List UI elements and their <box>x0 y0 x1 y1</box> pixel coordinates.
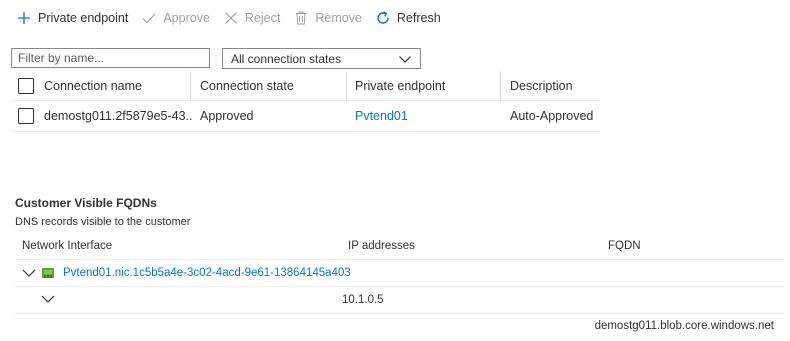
network-interface-link[interactable]: Pvtend01.nic.1c5b5a4e-3c02-4acd-9e61-138… <box>63 260 351 286</box>
connection-name-cell: demostg011.2f5879e5-43... <box>44 109 192 123</box>
column-header-private-endpoint[interactable]: Private endpoint <box>355 71 445 100</box>
connection-state-selected: All connection states <box>231 51 342 66</box>
chevron-down-icon <box>399 55 411 63</box>
column-header-connection-state[interactable]: Connection state <box>200 71 294 100</box>
row-checkbox[interactable] <box>18 108 34 124</box>
description-cell: Auto-Approved <box>510 109 594 123</box>
table-header-row: Connection name Connection state Private… <box>11 71 601 101</box>
table-row[interactable]: demostg011.2f5879e5-43... Approved Pvten… <box>11 101 601 132</box>
private-endpoint-label: Private endpoint <box>38 11 129 25</box>
private-endpoint-link[interactable]: Pvtend01 <box>355 101 408 131</box>
column-header-fqdn: FQDN <box>608 239 641 252</box>
select-all-checkbox[interactable] <box>18 78 34 94</box>
filter-by-name-input[interactable] <box>11 48 210 68</box>
ip-address-row: 10.1.0.5 <box>15 287 784 314</box>
ip-address-value: 10.1.0.5 <box>342 294 384 306</box>
connection-state-dropdown[interactable]: All connection states <box>222 48 421 69</box>
connection-state-cell: Approved <box>200 109 254 123</box>
fqdn-section-title: Customer Visible FQDNs <box>15 196 157 210</box>
chevron-down-icon[interactable] <box>41 292 55 306</box>
refresh-label: Refresh <box>396 11 441 25</box>
trash-icon <box>296 11 307 25</box>
column-divider <box>190 71 191 101</box>
close-icon <box>224 12 237 24</box>
reject-label: Reject <box>244 11 281 25</box>
reject-button[interactable]: Reject <box>223 8 280 28</box>
command-bar: Private endpoint Approve Reject Remove R… <box>16 8 454 28</box>
remove-button[interactable]: Remove <box>293 8 362 28</box>
refresh-button[interactable]: Refresh <box>375 8 441 28</box>
column-header-connection-name[interactable]: Connection name <box>44 71 142 100</box>
column-header-ip-addresses: IP addresses <box>348 239 415 252</box>
column-header-description[interactable]: Description <box>510 71 573 100</box>
checkmark-icon <box>142 13 156 24</box>
approve-label: Approve <box>163 11 210 25</box>
column-header-network-interface: Network Interface <box>22 239 113 252</box>
chevron-down-icon[interactable] <box>22 266 36 280</box>
connections-table: Connection name Connection state Private… <box>11 71 601 132</box>
refresh-icon <box>377 11 389 24</box>
column-divider <box>346 71 347 101</box>
fqdn-table: Network Interface IP addresses FQDN Pvte… <box>15 232 784 314</box>
network-interface-icon <box>42 268 54 278</box>
fqdn-section-subtitle: DNS records visible to the customer <box>15 216 191 228</box>
fqdn-value: demostg011.blob.core.windows.net <box>594 320 774 332</box>
remove-label: Remove <box>315 11 362 25</box>
network-interface-row: Pvtend01.nic.1c5b5a4e-3c02-4acd-9e61-138… <box>15 260 784 287</box>
plus-icon <box>18 12 30 24</box>
column-divider <box>500 71 501 101</box>
fqdn-header-row: Network Interface IP addresses FQDN <box>15 232 784 260</box>
approve-button[interactable]: Approve <box>141 8 210 28</box>
add-private-endpoint-button[interactable]: Private endpoint <box>16 8 128 28</box>
